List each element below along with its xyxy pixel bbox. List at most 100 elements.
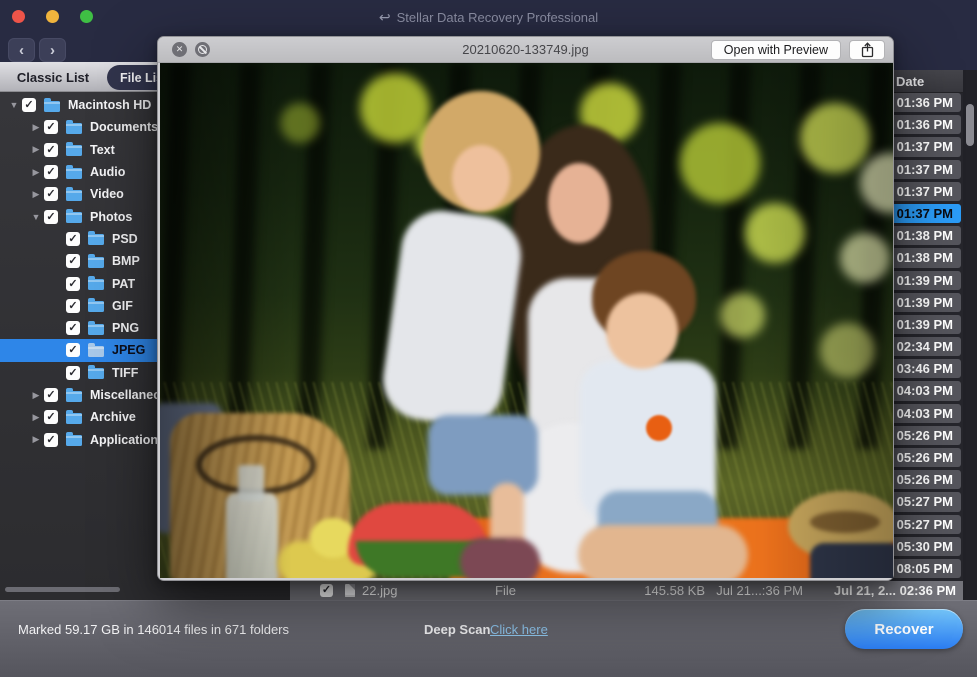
disclosure-triangle-icon[interactable]: ▶ bbox=[28, 167, 44, 178]
recover-button[interactable]: Recover bbox=[845, 609, 963, 649]
indent-spacer bbox=[0, 350, 50, 351]
folder-icon bbox=[66, 190, 82, 201]
indent-spacer bbox=[0, 127, 28, 128]
folder-icon bbox=[88, 324, 104, 335]
forward-button[interactable]: › bbox=[39, 38, 66, 62]
chevron-right-icon: › bbox=[50, 42, 55, 59]
tree-checkbox-checked[interactable]: ✓ bbox=[66, 232, 80, 246]
indent-spacer bbox=[0, 305, 50, 306]
file-modified-date: Jul 21, 2... 02:36 PM bbox=[834, 583, 956, 598]
folder-icon bbox=[44, 101, 60, 112]
tree-item-label: JPEG bbox=[112, 343, 145, 357]
preview-title-bar[interactable]: ✕ 20210620-133749.jpg Open with Preview bbox=[158, 37, 893, 63]
indent-spacer bbox=[0, 261, 50, 262]
file-icon bbox=[345, 584, 355, 597]
window-title-bar: ↩ Stellar Data Recovery Professional bbox=[0, 8, 977, 26]
tree-item-label: Text bbox=[90, 143, 115, 157]
tree-item-label: PAT bbox=[112, 277, 135, 291]
folder-icon bbox=[88, 301, 104, 312]
disclosure-triangle-icon[interactable]: ▼ bbox=[6, 100, 22, 110]
back-arrow-icon: ↩ bbox=[379, 9, 391, 26]
tab-classic-list-label: Classic List bbox=[17, 70, 89, 85]
back-button[interactable]: ‹ bbox=[8, 38, 35, 62]
tree-item-label: TIFF bbox=[112, 366, 138, 380]
folder-icon bbox=[66, 168, 82, 179]
date-column-header[interactable]: Date bbox=[896, 74, 924, 89]
tree-item-label: Archive bbox=[90, 410, 136, 424]
disclosure-triangle-icon[interactable]: ▶ bbox=[28, 390, 44, 401]
folder-icon bbox=[88, 257, 104, 268]
chevron-left-icon: ‹ bbox=[19, 42, 24, 59]
tree-checkbox-checked[interactable]: ✓ bbox=[44, 143, 58, 157]
disclosure-triangle-icon[interactable]: ▶ bbox=[28, 122, 44, 133]
folder-icon bbox=[66, 123, 82, 134]
indent-spacer bbox=[0, 372, 50, 373]
tree-checkbox-checked[interactable]: ✓ bbox=[44, 388, 58, 402]
indent-spacer bbox=[0, 238, 50, 239]
folder-icon bbox=[66, 413, 82, 424]
status-bar: Marked 59.17 GB in 146014 files in 671 f… bbox=[0, 600, 977, 677]
tree-checkbox-checked[interactable]: ✓ bbox=[44, 165, 58, 179]
file-name: 22.jpg bbox=[362, 583, 397, 598]
folder-icon bbox=[66, 145, 82, 156]
tree-checkbox-checked[interactable]: ✓ bbox=[22, 98, 36, 112]
preview-window: ✕ 20210620-133749.jpg Open with Preview bbox=[157, 36, 894, 581]
file-row-22jpg[interactable]: ✓ 22.jpg File 145.58 KB Jul 21...:36 PM … bbox=[290, 581, 963, 601]
vertical-scrollbar[interactable] bbox=[963, 70, 977, 600]
folder-icon bbox=[66, 391, 82, 402]
disclosure-triangle-icon[interactable]: ▼ bbox=[28, 212, 44, 222]
file-type: File bbox=[495, 583, 516, 598]
marked-summary-text: Marked 59.17 GB in 146014 files in 671 f… bbox=[18, 622, 289, 637]
tree-checkbox-checked[interactable]: ✓ bbox=[44, 433, 58, 447]
window-title: Stellar Data Recovery Professional bbox=[397, 10, 599, 25]
nav-buttons: ‹ › bbox=[8, 38, 66, 62]
tree-item-label: Photos bbox=[90, 210, 132, 224]
tab-classic-list[interactable]: Classic List bbox=[0, 62, 106, 92]
tree-checkbox-checked[interactable]: ✓ bbox=[66, 321, 80, 335]
tree-item-label: PNG bbox=[112, 321, 139, 335]
tree-checkbox-checked[interactable]: ✓ bbox=[66, 299, 80, 313]
tree-checkbox-checked[interactable]: ✓ bbox=[66, 366, 80, 380]
disclosure-triangle-icon[interactable]: ▶ bbox=[28, 434, 44, 445]
tree-item-label: Applications bbox=[90, 433, 165, 447]
tree-checkbox-checked[interactable]: ✓ bbox=[66, 277, 80, 291]
tree-item-label: GIF bbox=[112, 299, 133, 313]
tree-item-label: Macintosh HD bbox=[68, 98, 151, 112]
tree-checkbox-checked[interactable]: ✓ bbox=[44, 120, 58, 134]
deep-scan-label: Deep Scan bbox=[424, 622, 490, 637]
folder-icon bbox=[88, 234, 104, 245]
preview-photo bbox=[160, 63, 893, 578]
indent-spacer bbox=[0, 149, 28, 150]
tree-item-label: PSD bbox=[112, 232, 138, 246]
photo-vignette bbox=[160, 63, 893, 578]
open-with-preview-button[interactable]: Open with Preview bbox=[711, 40, 841, 60]
disclosure-triangle-icon[interactable]: ▶ bbox=[28, 412, 44, 423]
disclosure-triangle-icon[interactable]: ▶ bbox=[28, 144, 44, 155]
indent-spacer bbox=[0, 283, 50, 284]
folder-icon bbox=[88, 279, 104, 290]
share-button[interactable] bbox=[849, 40, 885, 60]
tree-checkbox-checked[interactable]: ✓ bbox=[44, 210, 58, 224]
tree-checkbox-checked[interactable]: ✓ bbox=[44, 187, 58, 201]
deep-scan-click-here-link[interactable]: Click here bbox=[490, 622, 548, 637]
disclosure-triangle-icon[interactable]: ▶ bbox=[28, 189, 44, 200]
tree-checkbox-checked[interactable]: ✓ bbox=[66, 254, 80, 268]
horizontal-scrollbar[interactable] bbox=[5, 587, 120, 592]
indent-spacer bbox=[0, 417, 28, 418]
tree-checkbox-checked[interactable]: ✓ bbox=[44, 410, 58, 424]
file-created-date: Jul 21...:36 PM bbox=[716, 583, 803, 598]
indent-spacer bbox=[0, 172, 28, 173]
tree-checkbox-checked[interactable]: ✓ bbox=[66, 343, 80, 357]
folder-icon bbox=[88, 368, 104, 379]
app-window: ↩ Stellar Data Recovery Professional ‹ ›… bbox=[0, 0, 977, 677]
indent-spacer bbox=[0, 216, 28, 217]
indent-spacer bbox=[0, 439, 28, 440]
tree-item-label: Video bbox=[90, 187, 124, 201]
share-icon bbox=[861, 42, 874, 58]
folder-icon bbox=[66, 435, 82, 446]
tree-item-label: Audio bbox=[90, 165, 125, 179]
row-checkbox-checked[interactable]: ✓ bbox=[320, 584, 333, 597]
indent-spacer bbox=[0, 395, 28, 396]
indent-spacer bbox=[0, 194, 28, 195]
scrollbar-thumb[interactable] bbox=[966, 104, 974, 146]
